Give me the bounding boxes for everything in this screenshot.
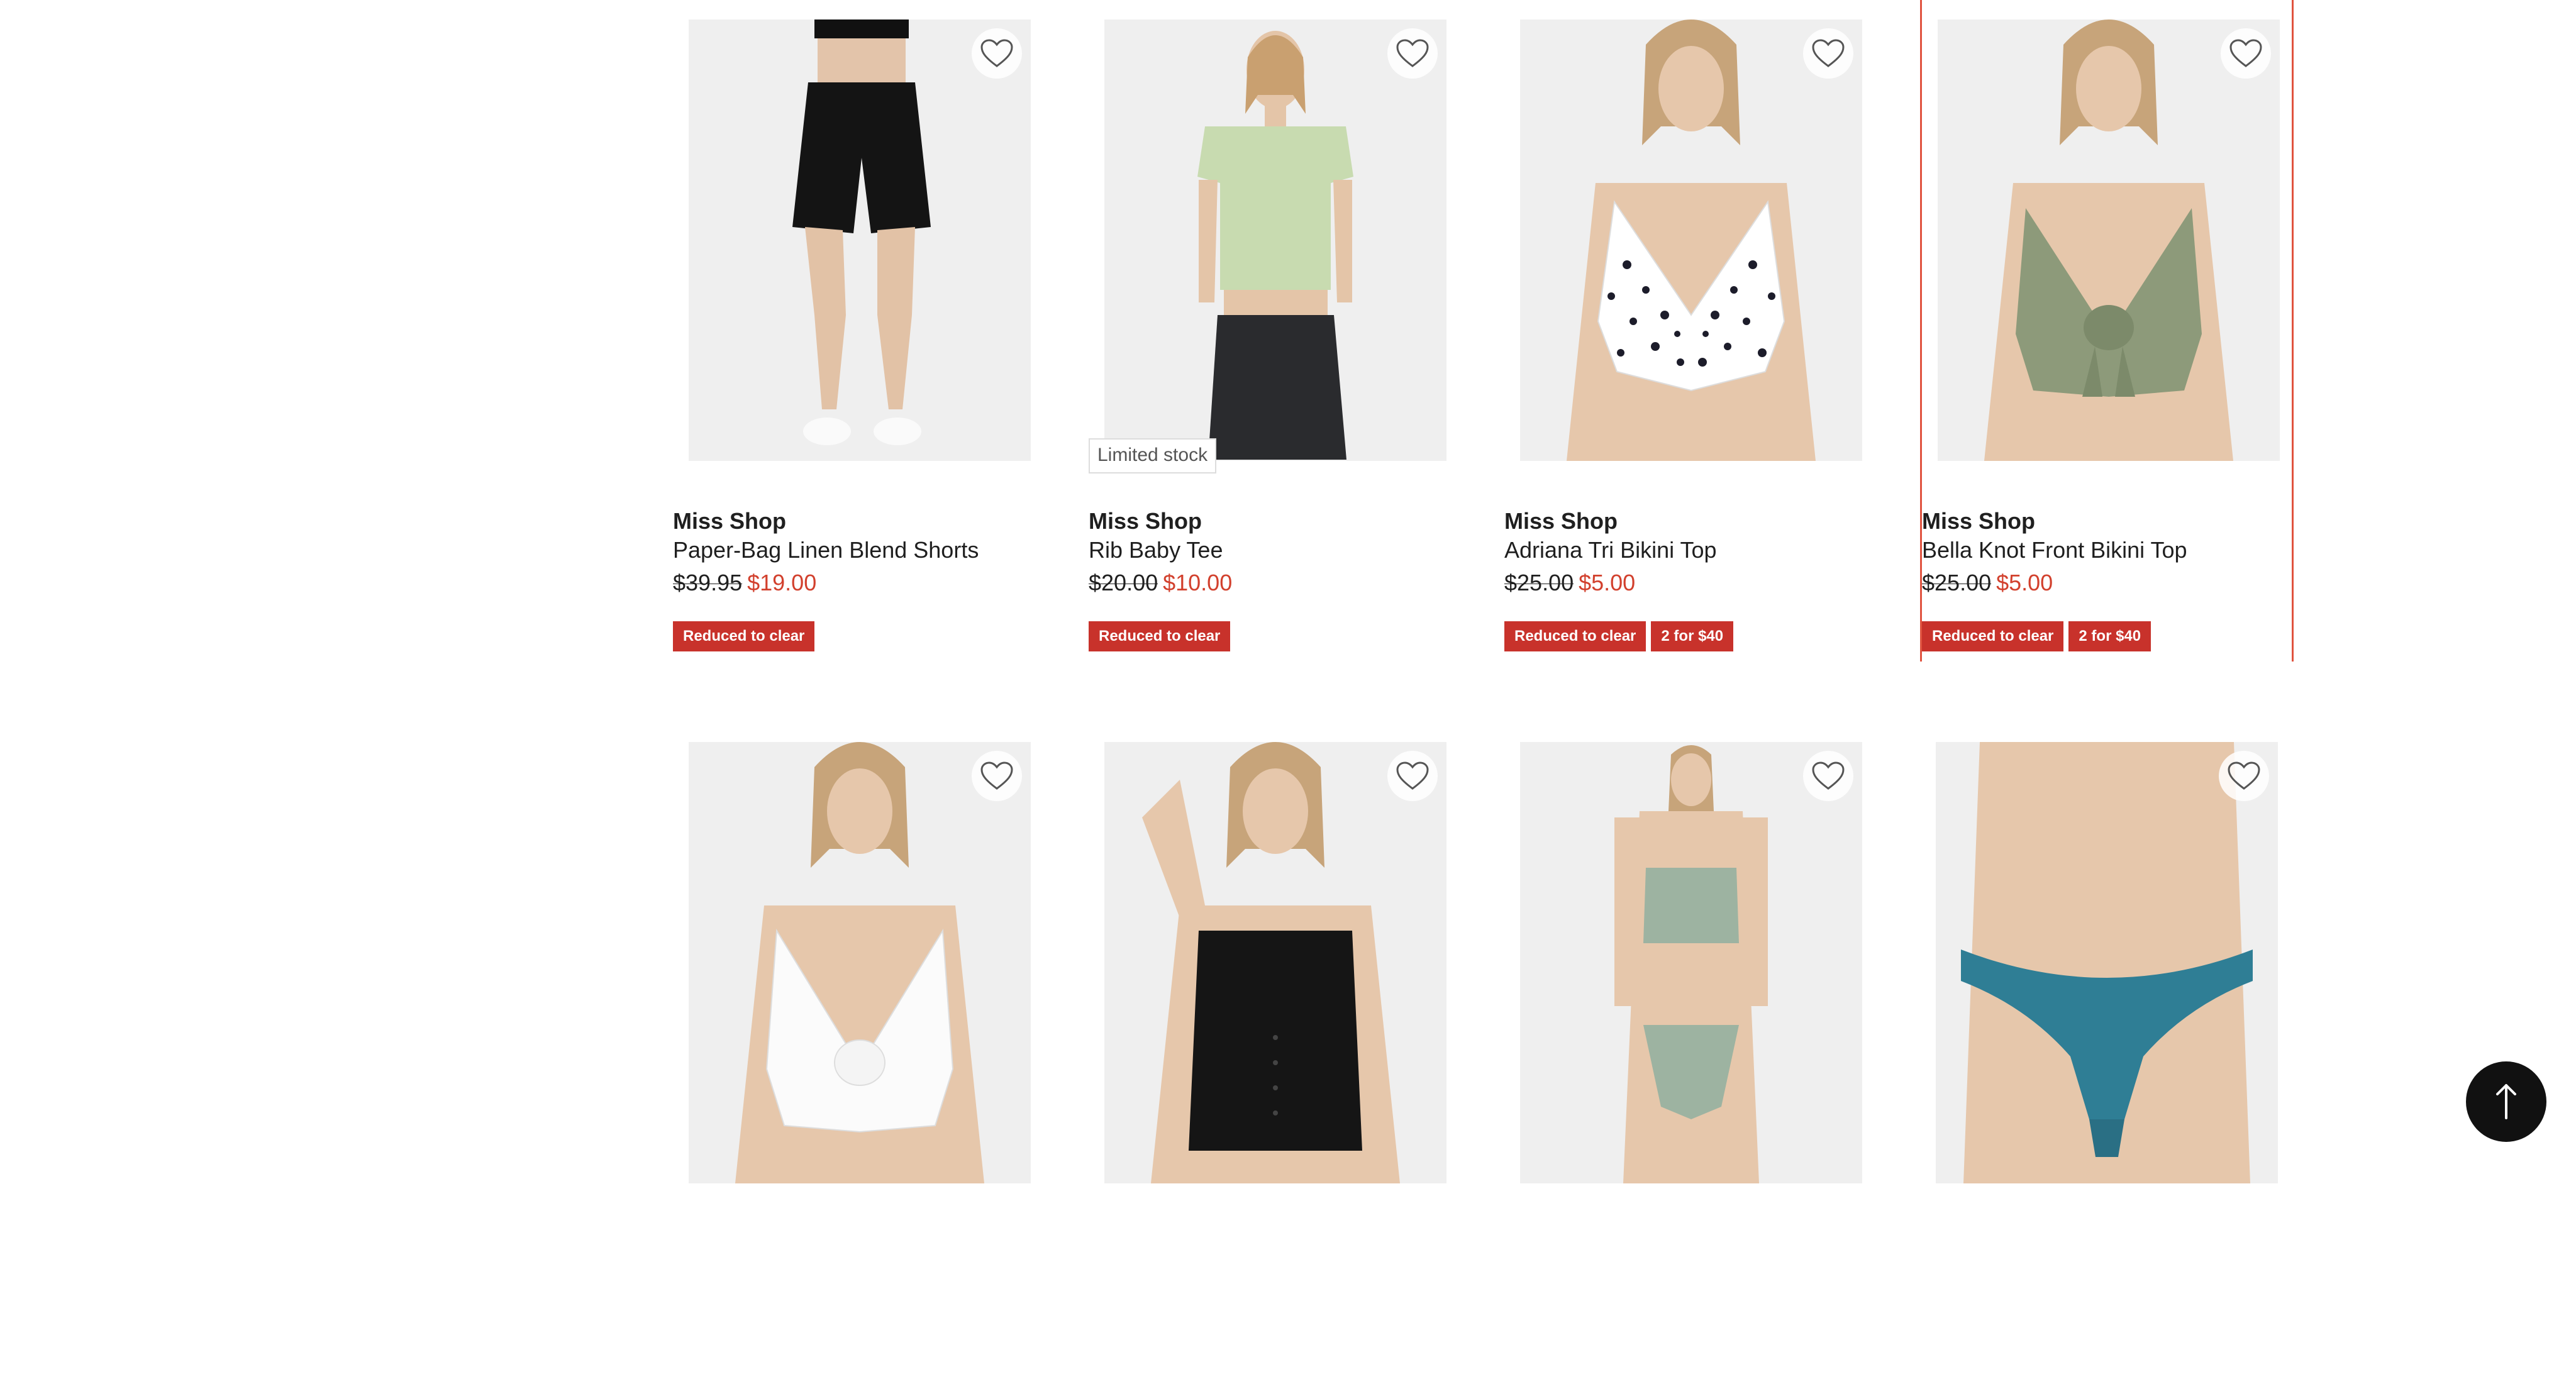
promo-badge[interactable]: 2 for $40 <box>2068 621 2151 651</box>
model-khaki-knot-top-image <box>1938 19 2280 461</box>
promo-badges: Reduced to clear 2 for $40 <box>1922 621 2151 651</box>
product-image[interactable] <box>1936 742 2278 1183</box>
heart-icon <box>1396 39 1429 67</box>
product-name[interactable]: Paper-Bag Linen Blend Shorts <box>673 537 979 563</box>
heart-icon <box>980 39 1013 67</box>
model-black-shorts-image <box>689 19 1031 461</box>
product-image[interactable] <box>1104 19 1446 461</box>
product-brand[interactable]: Miss Shop <box>1089 508 1202 534</box>
heart-icon <box>2228 761 2260 790</box>
promo-badges: Reduced to clear <box>673 621 815 651</box>
wishlist-button[interactable] <box>1387 751 1438 801</box>
wishlist-button[interactable] <box>1387 28 1438 79</box>
promo-badge[interactable]: Reduced to clear <box>1089 621 1231 651</box>
model-black-crop-top-image <box>1104 742 1446 1183</box>
product-brand[interactable]: Miss Shop <box>1922 508 2035 534</box>
product-card[interactable]: Miss Shop Bella Knot Front Bikini Top $2… <box>1920 0 2294 662</box>
arrow-up-icon <box>2496 1084 2516 1119</box>
promo-badges: Reduced to clear 2 for $40 <box>1504 621 1734 651</box>
promo-badge[interactable]: Reduced to clear <box>1922 621 2064 651</box>
model-sage-bikini-set-image <box>1520 742 1862 1183</box>
product-name[interactable]: Adriana Tri Bikini Top <box>1504 537 1717 563</box>
original-price: $25.00 <box>1504 570 1574 595</box>
product-price: $25.00 $5.00 <box>1504 570 1635 596</box>
stock-label: Limited stock <box>1089 438 1217 473</box>
promo-badge[interactable]: Reduced to clear <box>673 621 815 651</box>
product-brand[interactable]: Miss Shop <box>1504 508 1618 534</box>
product-name[interactable]: Rib Baby Tee <box>1089 537 1223 563</box>
promo-badges: Reduced to clear <box>1089 621 1231 651</box>
promo-badge[interactable]: Reduced to clear <box>1504 621 1646 651</box>
product-card[interactable]: Miss Shop Adriana Tri Bikini Top $25.00 $… <box>1504 0 1878 662</box>
original-price: $20.00 <box>1089 570 1158 595</box>
product-card[interactable] <box>1089 722 1462 1384</box>
product-card[interactable]: Limited stock Miss Shop Rib Baby Tee $20… <box>1089 0 1462 662</box>
original-price: $25.00 <box>1922 570 1992 595</box>
wishlist-button[interactable] <box>2219 751 2269 801</box>
product-card[interactable]: Miss Shop Paper-Bag Linen Blend Shorts $… <box>673 0 1046 662</box>
sale-price: $19.00 <box>747 570 817 595</box>
heart-icon <box>1396 761 1429 790</box>
product-image[interactable] <box>1520 19 1862 461</box>
promo-badge[interactable]: 2 for $40 <box>1651 621 1734 651</box>
sale-price: $10.00 <box>1163 570 1233 595</box>
heart-icon <box>2229 39 2262 67</box>
original-price: $39.95 <box>673 570 743 595</box>
product-name[interactable]: Bella Knot Front Bikini Top <box>1922 537 2187 563</box>
wishlist-button[interactable] <box>972 751 1022 801</box>
product-grid: Miss Shop Paper-Bag Linen Blend Shorts $… <box>0 0 2576 1183</box>
model-sage-tee-image <box>1104 19 1446 461</box>
product-image[interactable] <box>689 742 1031 1183</box>
product-price: $20.00 $10.00 <box>1089 570 1232 596</box>
model-white-knot-top-image <box>689 742 1031 1183</box>
product-card[interactable] <box>1920 722 2294 1384</box>
model-teal-bikini-bottom-image <box>1936 742 2278 1183</box>
sale-price: $5.00 <box>1996 570 2053 595</box>
product-price: $25.00 $5.00 <box>1922 570 2053 596</box>
product-card[interactable] <box>673 722 1046 1384</box>
product-brand[interactable]: Miss Shop <box>673 508 786 534</box>
wishlist-button[interactable] <box>972 28 1022 79</box>
product-card[interactable] <box>1504 722 1878 1384</box>
product-image[interactable] <box>689 19 1031 461</box>
heart-icon <box>980 761 1013 790</box>
sale-price: $5.00 <box>1579 570 1636 595</box>
product-image[interactable] <box>1104 742 1446 1183</box>
heart-icon <box>1812 39 1845 67</box>
product-price: $39.95 $19.00 <box>673 570 816 596</box>
product-image[interactable] <box>1938 19 2280 461</box>
product-image[interactable] <box>1520 742 1862 1183</box>
back-to-top-button[interactable] <box>2466 1061 2546 1142</box>
wishlist-button[interactable] <box>1803 28 1853 79</box>
wishlist-button[interactable] <box>1803 751 1853 801</box>
wishlist-button[interactable] <box>2221 28 2271 79</box>
model-spotted-bikini-top-image <box>1520 19 1862 461</box>
heart-icon <box>1812 761 1845 790</box>
